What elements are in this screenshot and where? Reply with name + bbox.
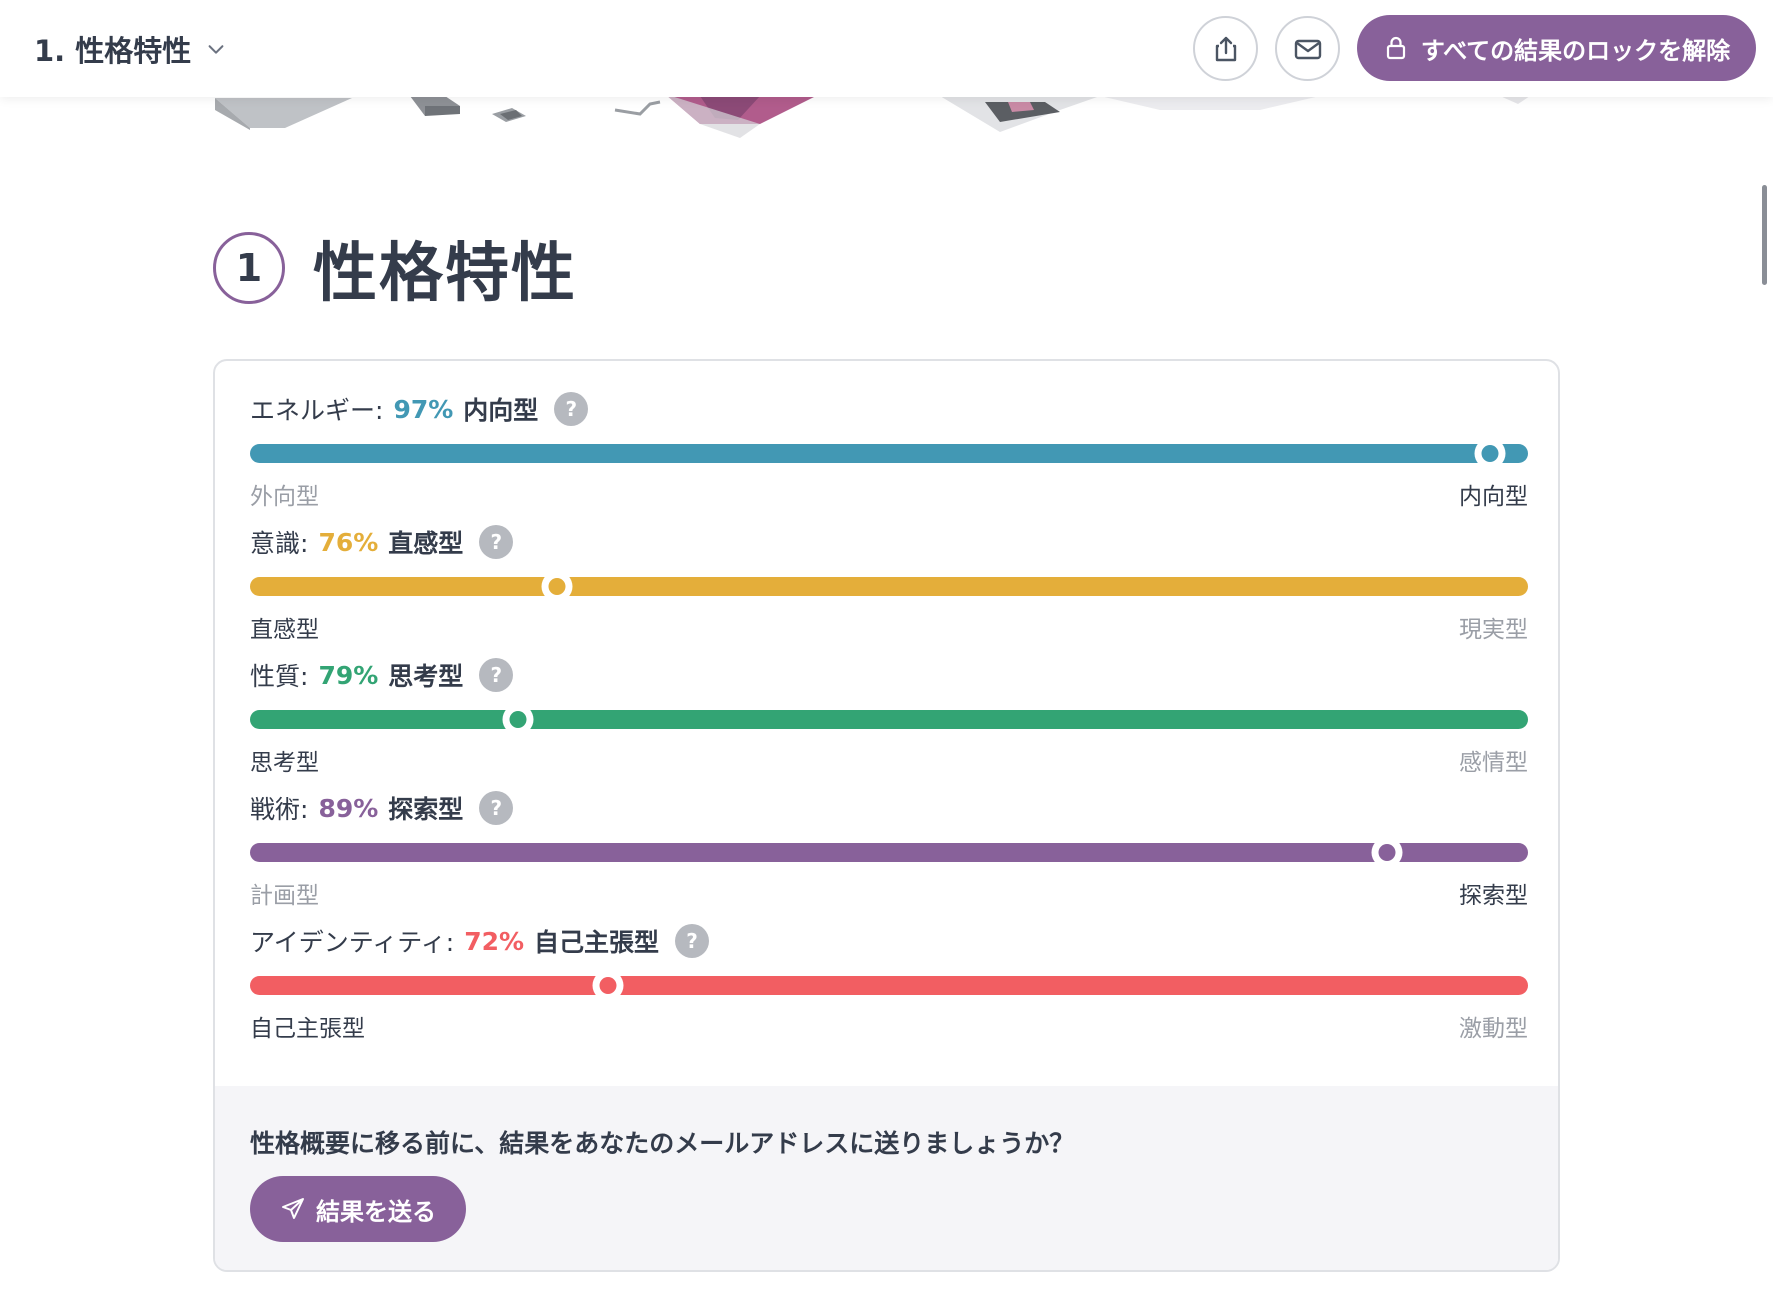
trait-left-pole: 外向型 (250, 484, 319, 510)
email-button[interactable] (1275, 16, 1340, 81)
trait-slider-knob[interactable] (1371, 837, 1403, 868)
trait-label: アイデンティティ: (250, 928, 455, 957)
send-results-button[interactable]: 結果を送る (250, 1176, 466, 1242)
trait-label: エネルギー: (250, 396, 384, 425)
trait-bar (250, 438, 1528, 469)
trait-right-pole: 激動型 (1459, 1016, 1528, 1042)
trait-label: 性質: (250, 662, 309, 691)
trait-bar (250, 837, 1528, 868)
trait-type: 探索型 (388, 795, 464, 824)
trait-label: 戦術: (250, 795, 309, 824)
trait-left-pole: 自己主張型 (250, 1016, 365, 1042)
trait-right-pole: 感情型 (1459, 750, 1528, 776)
question-icon[interactable]: ? (479, 658, 514, 692)
share-button[interactable] (1193, 16, 1258, 81)
trait-slider-knob[interactable] (541, 571, 573, 602)
unlock-all-results-button[interactable]: すべての結果のロックを解除 (1357, 15, 1756, 81)
trait-type: 内向型 (463, 396, 539, 425)
section-heading: 1 性格特性 (213, 222, 577, 314)
trait-heading: エネルギー: 97% 内向型? (250, 389, 589, 429)
trait-row: 戦術: 89% 探索型? 計画型 探索型 (250, 788, 1528, 909)
trait-row: アイデンティティ: 72% 自己主張型? 自己主張型 激動型 (250, 921, 1528, 1042)
trait-percent: 76% (318, 527, 379, 557)
section-title: 性格特性 (313, 237, 577, 311)
trait-row: エネルギー: 97% 内向型? 外向型 内向型 (250, 389, 1528, 510)
question-icon[interactable]: ? (554, 392, 589, 426)
email-results-question: 性格概要に移る前に、結果をあなたのメールアドレスに送りましょうか？ (250, 1129, 1075, 1158)
trait-left-pole: 思考型 (250, 750, 319, 776)
trait-percent: 89% (318, 793, 379, 823)
trait-heading: アイデンティティ: 72% 自己主張型? (250, 921, 710, 961)
section-number: 1 (213, 232, 285, 304)
trait-percent: 72% (464, 926, 525, 956)
trait-bar (250, 571, 1528, 602)
page-scrollbar[interactable] (1762, 185, 1767, 285)
send-results-label: 結果を送る (316, 1197, 436, 1226)
trait-slider-knob[interactable] (1474, 438, 1506, 469)
trait-left-pole: 計画型 (250, 883, 319, 909)
trait-type: 自己主張型 (534, 928, 660, 957)
top-header: 1. 性格特性 すべての結果のロックを解除 (0, 0, 1773, 97)
trait-percent: 97% (393, 394, 454, 424)
traits-card: エネルギー: 97% 内向型? 外向型 内向型 意識: 76% 直感型? 直感型 現実型 性質: 79… (213, 359, 1560, 1272)
email-results-panel: 性格概要に移る前に、結果をあなたのメールアドレスに送りましょうか？ 結果を送る (215, 1086, 1558, 1270)
trait-type: 思考型 (388, 662, 464, 691)
trait-row: 性質: 79% 思考型? 思考型 感情型 (250, 655, 1528, 776)
section-selector-label: 1. 性格特性 (34, 34, 192, 68)
trait-label: 意識: (250, 529, 309, 558)
trait-left-pole: 直感型 (250, 617, 319, 643)
trait-type: 直感型 (388, 529, 464, 558)
unlock-all-results-label: すべての結果のロックを解除 (1420, 36, 1731, 65)
trait-heading: 意識: 76% 直感型? (250, 522, 514, 562)
question-icon[interactable]: ? (479, 791, 514, 825)
trait-bar (250, 704, 1528, 735)
trait-row: 意識: 76% 直感型? 直感型 現実型 (250, 522, 1528, 643)
lock-icon (1386, 36, 1405, 60)
envelope-icon (1294, 39, 1321, 59)
section-selector[interactable]: 1. 性格特性 (34, 28, 227, 70)
trait-right-pole: 現実型 (1459, 617, 1528, 643)
trait-slider-knob[interactable] (592, 970, 624, 1001)
question-icon[interactable]: ? (675, 924, 710, 958)
paper-plane-icon (282, 1198, 304, 1219)
trait-right-pole: 探索型 (1459, 883, 1528, 909)
trait-bar (250, 970, 1528, 1001)
chevron-down-icon (208, 45, 224, 54)
question-icon[interactable]: ? (479, 525, 514, 559)
trait-right-pole: 内向型 (1459, 484, 1528, 510)
trait-percent: 79% (318, 660, 379, 690)
trait-slider-knob[interactable] (502, 704, 534, 735)
trait-heading: 性質: 79% 思考型? (250, 655, 514, 695)
share-icon (1215, 36, 1236, 61)
trait-heading: 戦術: 89% 探索型? (250, 788, 514, 828)
